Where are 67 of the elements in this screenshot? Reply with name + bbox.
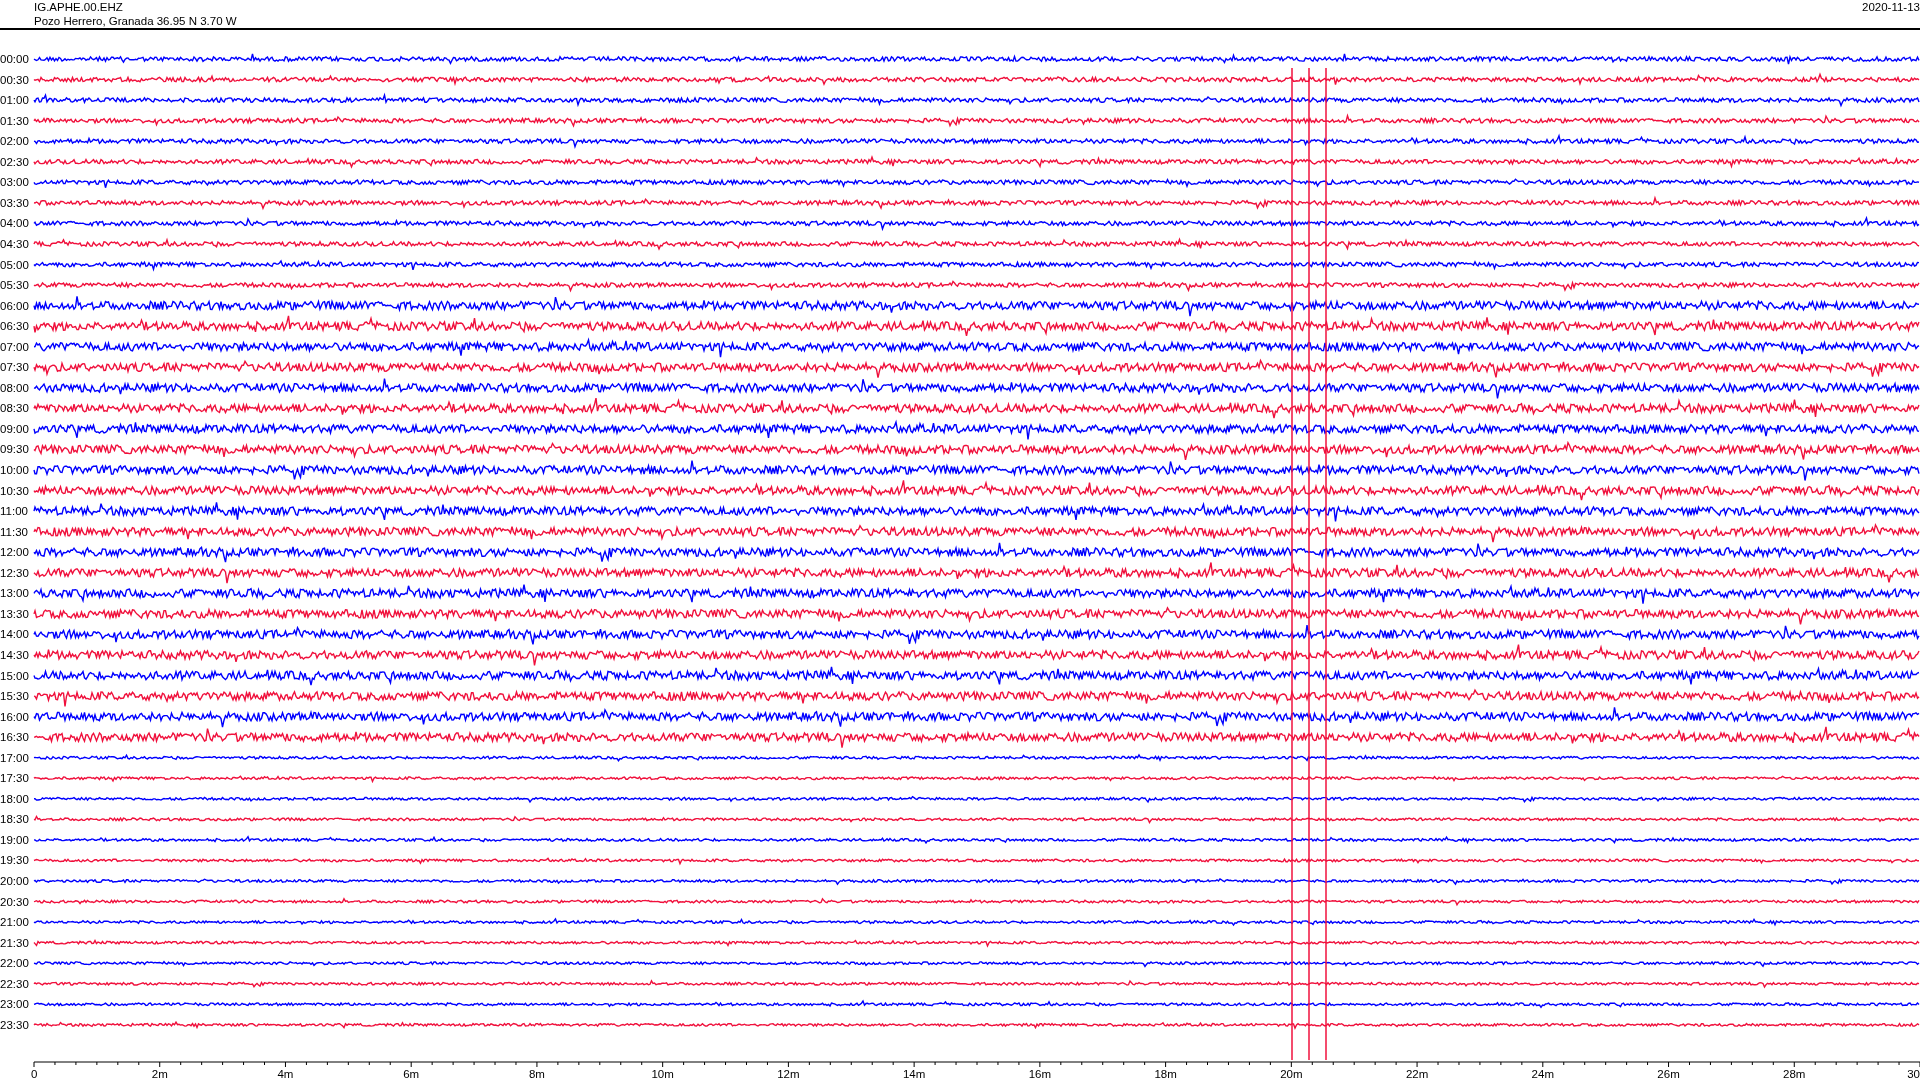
hour-label: 19:00 (0, 833, 29, 846)
hour-label: 16:30 (0, 731, 29, 744)
axis-label: 0 (31, 1068, 38, 1078)
axis-label: 22m (1405, 1068, 1429, 1078)
hour-label: 14:00 (0, 628, 29, 641)
axis-label: 24m (1531, 1068, 1554, 1078)
hour-label: 08:30 (0, 402, 29, 415)
hour-label: 17:00 (0, 751, 29, 764)
hour-label: 15:00 (0, 669, 29, 682)
hour-label: 16:00 (0, 710, 29, 723)
hour-label: 20:30 (0, 895, 29, 908)
hour-label: 19:30 (0, 854, 29, 867)
axis-label: 6m (403, 1068, 420, 1078)
hour-label: 13:00 (0, 587, 29, 600)
axis-label: 16m (1028, 1068, 1052, 1078)
axis-label: 12m (777, 1068, 800, 1078)
axis-label: 20m (1280, 1068, 1303, 1078)
hour-label: 23:30 (0, 1018, 29, 1031)
hour-label: 01:00 (0, 94, 29, 107)
hour-label: 22:00 (0, 957, 29, 970)
hour-label: 03:00 (0, 176, 29, 189)
axis-label: 10m (651, 1068, 674, 1078)
hour-label: 13:30 (0, 607, 29, 620)
hour-label: 21:30 (0, 936, 29, 949)
hour-label: 09:30 (0, 443, 29, 456)
hour-label: 18:00 (0, 792, 29, 805)
hour-label: 09:00 (0, 422, 29, 435)
axis-label: 18m (1154, 1068, 1177, 1078)
axis-label: 28m (1783, 1068, 1806, 1078)
hour-label: 12:30 (0, 566, 29, 579)
hour-label: 01:30 (0, 114, 29, 127)
hour-label: 05:30 (0, 279, 29, 292)
hour-label: 04:30 (0, 237, 29, 250)
hour-label: 11:00 (0, 505, 28, 518)
date-label: 2020-11-13 (1862, 0, 1920, 15)
hour-label: 10:30 (0, 484, 29, 497)
hour-label: 23:00 (0, 998, 29, 1011)
hour-label: 07:30 (0, 361, 29, 374)
hour-label: 06:00 (0, 299, 29, 312)
hour-label: 08:00 (0, 381, 29, 394)
hour-label: 22:30 (0, 977, 29, 990)
hour-label: 07:00 (0, 340, 29, 353)
hour-label: 10:00 (0, 464, 29, 476)
hour-label: 05:00 (0, 258, 29, 271)
hour-label: 00:00 (0, 53, 29, 65)
hour-label: 03:30 (0, 196, 29, 209)
hour-label: 06:30 (0, 320, 29, 333)
hour-label: 20:00 (0, 875, 29, 887)
hour-label: 18:30 (0, 813, 29, 826)
hour-label: 11:30 (0, 525, 28, 538)
hour-label: 02:30 (0, 155, 29, 168)
channel-code: IG.APHE.00.EHZ (34, 0, 124, 14)
axis-label: 2m (151, 1068, 168, 1078)
hour-label: 00:30 (0, 73, 29, 86)
hour-label: 21:00 (0, 916, 29, 929)
station-name: Pozo Herrero, Granada 36.95 N 3.70 W (34, 14, 237, 28)
axis-label: 26m (1657, 1068, 1680, 1078)
axis-label: 30 (1907, 1068, 1920, 1078)
hour-label: 04:00 (0, 217, 29, 230)
hour-label: 17:30 (0, 772, 29, 785)
hour-label: 02:00 (0, 135, 29, 148)
axis-label: 14m (902, 1068, 926, 1078)
hour-label: 14:30 (0, 648, 29, 661)
axis-label: 8m (528, 1068, 545, 1078)
hour-label: 12:00 (0, 546, 29, 559)
hour-label: 15:30 (0, 690, 29, 703)
axis-label: 4m (277, 1068, 294, 1078)
